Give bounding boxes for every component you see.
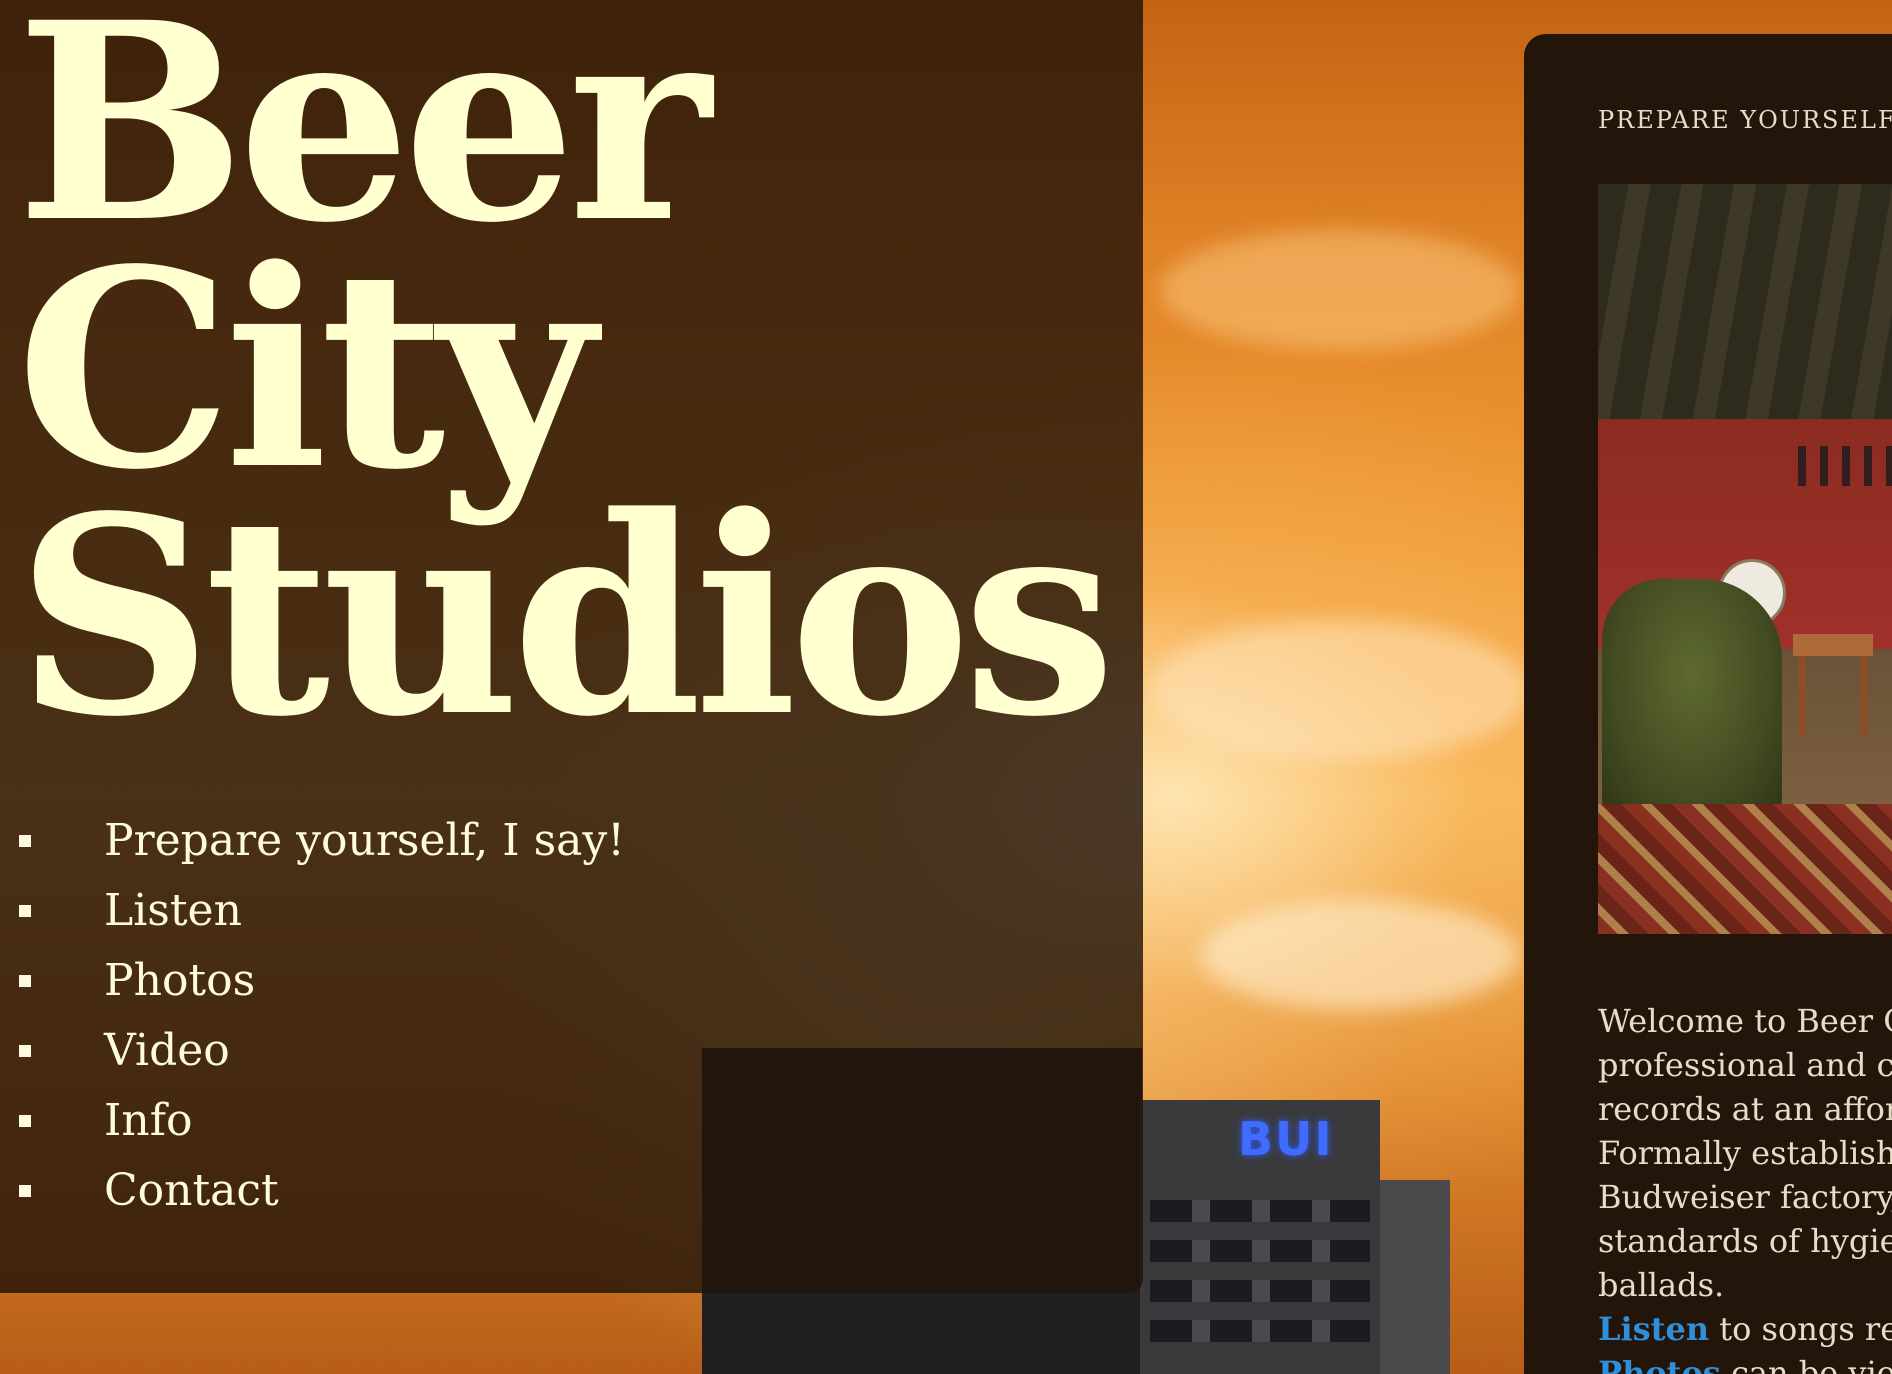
building-windows [1150, 1240, 1370, 1262]
intro-photos-line: Photos can be vie [1598, 1351, 1892, 1374]
intro-line: ballads. [1598, 1266, 1725, 1304]
photo-drum-cover [1602, 579, 1782, 819]
nav-item-contact[interactable]: Contact [0, 1156, 625, 1226]
intro-line: Welcome to Beer C [1598, 1002, 1892, 1040]
photo-rug [1598, 804, 1892, 934]
nav-item-label: Contact [104, 1165, 279, 1216]
intro-line: Formally establishe [1598, 1134, 1892, 1172]
nav-item-label: Listen [104, 885, 242, 936]
building-windows [1150, 1280, 1370, 1302]
bullet-icon [19, 975, 31, 987]
nav-item-label: Info [104, 1095, 193, 1146]
bullet-icon [19, 1185, 31, 1197]
section-title: PREPARE YOURSELF, [1598, 106, 1892, 134]
building-windows [1150, 1200, 1370, 1222]
content-panel: PREPARE YOURSELF, Welcome to Beer C prof… [1524, 34, 1892, 1374]
site-title[interactable]: Beer City Studios [16, 0, 1116, 777]
sky-cloud [1150, 620, 1530, 760]
nav-item-label: Video [104, 1025, 230, 1076]
photos-link[interactable]: Photos [1598, 1354, 1721, 1374]
background-building [1380, 1180, 1450, 1374]
nav-item-video[interactable]: Video [0, 1016, 625, 1086]
photo-drape [1598, 184, 1892, 419]
building-windows [1150, 1320, 1370, 1342]
listen-text: to songs rec [1719, 1310, 1892, 1348]
intro-line: standards of hygien [1598, 1222, 1892, 1260]
photo-stool [1793, 634, 1873, 656]
intro-line: professional and co [1598, 1046, 1892, 1084]
nav-item-listen[interactable]: Listen [0, 876, 625, 946]
main-nav: Prepare yourself, I say! Listen Photos V… [0, 806, 625, 1226]
header-panel: Beer City Studios Prepare yourself, I sa… [0, 0, 1143, 1293]
intro-text: Welcome to Beer C professional and co re… [1598, 999, 1892, 1374]
site-title-line: City [16, 211, 595, 530]
nav-item-photos[interactable]: Photos [0, 946, 625, 1016]
nav-item-label: Photos [104, 955, 256, 1006]
building-sign: BUI [1238, 1112, 1334, 1166]
site-title-line: Studios [16, 458, 1116, 777]
listen-link[interactable]: Listen [1598, 1310, 1709, 1348]
sky-cloud [1200, 900, 1520, 1010]
intro-listen-line: Listen to songs rec [1598, 1307, 1892, 1351]
nav-item-info[interactable]: Info [0, 1086, 625, 1156]
bullet-icon [19, 1045, 31, 1057]
photo-stool-leg [1798, 656, 1806, 736]
sky-cloud [1160, 230, 1520, 350]
bullet-icon [19, 905, 31, 917]
intro-line: Budweiser factory, [1598, 1178, 1892, 1216]
nav-item-label: Prepare yourself, I say! [104, 815, 625, 866]
bullet-icon [19, 1115, 31, 1127]
bullet-icon [19, 835, 31, 847]
site-title-line: Beer [16, 0, 711, 283]
photo-cables [1798, 446, 1892, 486]
studio-photo [1598, 184, 1892, 934]
nav-item-prepare[interactable]: Prepare yourself, I say! [0, 806, 625, 876]
intro-line: records at an afford [1598, 1090, 1892, 1128]
photo-stool-leg [1860, 656, 1868, 736]
photos-text: can be vie [1720, 1354, 1892, 1374]
